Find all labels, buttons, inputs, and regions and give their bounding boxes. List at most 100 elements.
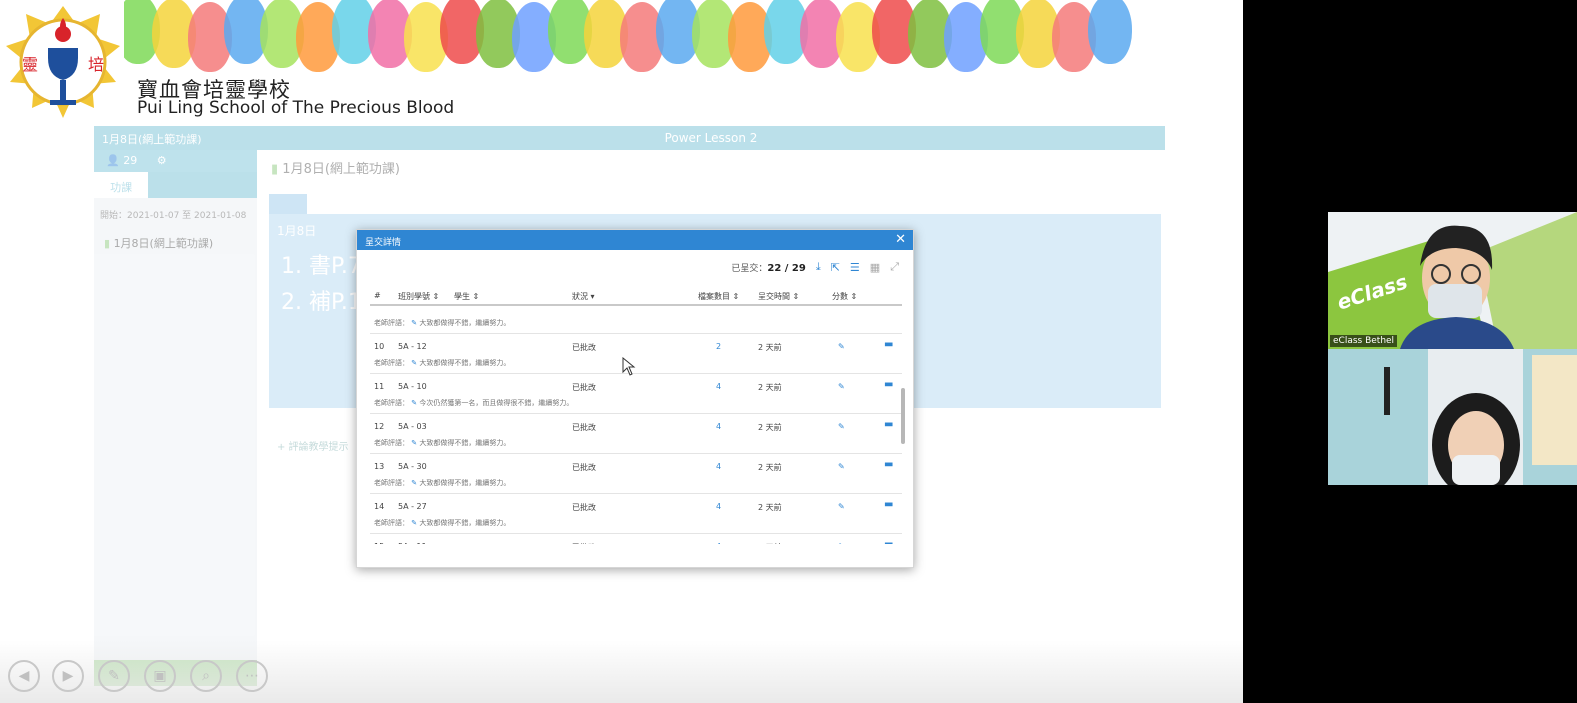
list-view-icon[interactable]: ☰ bbox=[850, 261, 860, 274]
table-row[interactable]: 14 5A - 27 已批改 4 2 天前 ✎ ▬ 老師評語： ✎ 大致都做得不錯，繼續努力。 bbox=[370, 494, 902, 534]
row-num: 12 bbox=[374, 422, 385, 431]
export-icon[interactable]: ⇱ bbox=[831, 261, 840, 274]
row-status: 已批改 bbox=[572, 503, 596, 512]
pen-icon: ✎ bbox=[409, 399, 420, 407]
tab-homework[interactable]: 功課 bbox=[94, 172, 149, 198]
dialog-title: 呈交詳情 bbox=[365, 238, 402, 248]
comment-bubble-icon[interactable]: ▬ bbox=[884, 539, 893, 544]
slides-icon[interactable]: ▣ bbox=[144, 660, 176, 692]
video-tile-teacher[interactable]: eClass eClass Bethel bbox=[1328, 212, 1577, 349]
video-tile-student[interactable] bbox=[1328, 349, 1577, 485]
lms-sidebar: 1月8日(網上範功課) 👤 29 ⚙ 功課 開始：2021-01-07 至 20… bbox=[94, 126, 257, 686]
table-rows: 10 5A - 12 已批改 2 2 天前 ✎ ▬ 老師評語： ✎ 大致都做得不錯，繼續努力。… bbox=[370, 334, 902, 544]
col-score[interactable]: 分數 ⇕ bbox=[832, 291, 857, 302]
col-student[interactable]: 學生 ⇕ bbox=[454, 291, 479, 302]
pen-icon: ✎ bbox=[409, 359, 420, 367]
row-num: 10 bbox=[374, 342, 385, 351]
col-files[interactable]: 檔案數目 ⇕ bbox=[698, 291, 739, 302]
comment-text: 大致都做得不錯，繼續努力。 bbox=[419, 359, 511, 367]
comment-label: 老師評語： bbox=[374, 439, 409, 447]
row-time: 2 天前 bbox=[758, 542, 782, 544]
row-status: 已批改 bbox=[572, 463, 596, 472]
row-comment: 老師評語： ✎ 大致都做得不錯，繼續努力。 bbox=[374, 358, 510, 368]
lms-sidebar-date: 開始：2021-01-07 至 2021-01-08 bbox=[100, 211, 247, 221]
row-class-no: 5A - 12 bbox=[398, 342, 427, 351]
previous-icon[interactable]: ◀ bbox=[8, 660, 40, 692]
mouse-cursor-icon bbox=[622, 357, 636, 376]
comment-label: 老師評語： bbox=[374, 519, 409, 527]
slideshow-controls: ◀ ▶ ✎ ▣ ⌕ ⋯ bbox=[0, 640, 1243, 703]
row-class-no: 5A - 11 bbox=[398, 542, 427, 544]
document-icon: ▮ bbox=[271, 162, 279, 177]
edit-score-icon[interactable]: ✎ bbox=[838, 502, 845, 511]
col-status[interactable]: 狀況 ▾ bbox=[572, 291, 595, 302]
row-time: 2 天前 bbox=[758, 463, 782, 472]
row-num: 15 bbox=[374, 542, 384, 544]
table-row[interactable]: 10 5A - 12 已批改 2 2 天前 ✎ ▬ 老師評語： ✎ 大致都做得不錯，繼續努力。 bbox=[370, 334, 902, 374]
edit-score-icon[interactable]: ✎ bbox=[838, 382, 845, 391]
dialog-toolbar: 已呈交：22 / 29 ⤓ ⇱ ☰ ▦ ⤢ bbox=[731, 260, 899, 274]
logo-char-left: 靈 bbox=[22, 55, 38, 74]
tab-2[interactable] bbox=[148, 172, 202, 198]
row-status: 已批改 bbox=[572, 423, 596, 432]
row-comment: 老師評語： ✎ 大致都做得不錯，繼續努力。 bbox=[374, 478, 510, 488]
row-num: 11 bbox=[374, 382, 385, 391]
dialog-header: 呈交詳情 ✕ bbox=[357, 230, 913, 250]
row-time: 2 天前 bbox=[758, 503, 782, 512]
panel-line-1: 1. 書P.7 bbox=[281, 254, 362, 279]
table-row[interactable]: 13 5A - 30 已批改 4 2 天前 ✎ ▬ 老師評語： ✎ 大致都做得不錯，繼續努力。 bbox=[370, 454, 902, 494]
col-time[interactable]: 呈交時間 ⇕ bbox=[758, 291, 799, 302]
table-body: 老師評語： ✎ 大致都做得不錯，繼續努力。 10 5A - 12 已批改 2 2 天前 ✎… bbox=[370, 310, 902, 544]
row-num: 14 bbox=[374, 502, 385, 511]
tab-3[interactable] bbox=[203, 172, 257, 198]
close-icon[interactable]: ✕ bbox=[895, 232, 906, 247]
comment-text: 大致都做得不錯，繼續努力。 bbox=[419, 519, 511, 527]
table-row[interactable]: 12 5A - 03 已批改 4 2 天前 ✎ ▬ 老師評語： ✎ 大致都做得不錯，繼續努力。 bbox=[370, 414, 902, 454]
comment-bubble-icon[interactable]: ▬ bbox=[884, 419, 893, 430]
row-time: 2 天前 bbox=[758, 383, 782, 392]
row-comment: 老師評語： ✎ 大致都做得不錯，繼續努力。 bbox=[374, 518, 510, 528]
more-icon[interactable]: ⋯ bbox=[236, 660, 268, 692]
edit-score-icon[interactable]: ✎ bbox=[838, 542, 845, 544]
table-row[interactable]: 11 5A - 10 已批改 4 2 天前 ✎ ▬ 老師評語： ✎ 今次仍然獲第一名，而且做得… bbox=[370, 374, 902, 414]
lms-sidebar-item[interactable]: ▮ 1月8日(網上範功課) bbox=[94, 231, 257, 255]
panel-line-2: 2. 補P.1 bbox=[281, 290, 362, 315]
presentation-slide: 靈 培 寶血會培靈學校 Pui Ling School of The Preci… bbox=[0, 0, 1243, 703]
add-teaching-note[interactable]: + 評論教學提示 bbox=[277, 438, 349, 453]
table-row[interactable]: 15 5A - 11 已批改 4 2 天前 ✎ ▬ bbox=[370, 534, 902, 544]
row-status: 已批改 bbox=[572, 383, 596, 392]
download-icon[interactable]: ⤓ bbox=[816, 260, 821, 274]
comment-bubble-icon[interactable]: ▬ bbox=[884, 379, 893, 390]
screen: 靈 培 寶血會培靈學校 Pui Ling School of The Preci… bbox=[0, 0, 1577, 703]
panel-tag bbox=[269, 194, 307, 214]
submission-details-dialog: 呈交詳情 ✕ 已呈交：22 / 29 ⤓ ⇱ ☰ ▦ ⤢ # 班別學號 ⇕ 學生… bbox=[356, 229, 914, 568]
row-status: 已批改 bbox=[572, 343, 596, 352]
grid-view-icon[interactable]: ▦ bbox=[870, 261, 880, 274]
lms-topbar-title: Power Lesson 2 bbox=[664, 131, 758, 145]
row-comment: 老師評語： ✎ 今次仍然獲第一名，而且做得很不錯，繼續努力。 bbox=[374, 398, 573, 408]
pen-tool-icon[interactable]: ✎ bbox=[98, 660, 130, 692]
row-class-no: 5A - 30 bbox=[398, 462, 427, 471]
edit-score-icon[interactable]: ✎ bbox=[838, 462, 845, 471]
pen-icon: ✎ bbox=[409, 519, 420, 527]
expand-icon[interactable]: ⤢ bbox=[890, 260, 899, 274]
row-files: 2 bbox=[716, 342, 722, 351]
logo-char-right: 培 bbox=[88, 55, 104, 74]
school-logo: 靈 培 bbox=[6, 6, 120, 118]
comment-text: 大致都做得不錯，繼續努力。 bbox=[419, 479, 511, 487]
comment-bubble-icon[interactable]: ▬ bbox=[884, 459, 893, 470]
edit-score-icon[interactable]: ✎ bbox=[838, 342, 845, 351]
row-time: 2 天前 bbox=[758, 423, 782, 432]
lms-sidebar-count: 29 bbox=[123, 154, 138, 167]
edit-score-icon[interactable]: ✎ bbox=[838, 422, 845, 431]
col-class-no[interactable]: 班別學號 ⇕ bbox=[398, 291, 439, 302]
scrollbar[interactable] bbox=[901, 388, 905, 444]
gear-icon[interactable]: ⚙ bbox=[157, 154, 167, 167]
zoom-icon[interactable]: ⌕ bbox=[190, 660, 222, 692]
next-icon[interactable]: ▶ bbox=[52, 660, 84, 692]
comment-label: 老師評語： bbox=[374, 479, 409, 487]
row-status: 已批改 bbox=[572, 542, 596, 544]
submitted-count: 已呈交：22 / 29 bbox=[731, 261, 805, 274]
comment-bubble-icon[interactable]: ▬ bbox=[884, 339, 893, 350]
comment-bubble-icon[interactable]: ▬ bbox=[884, 499, 893, 510]
